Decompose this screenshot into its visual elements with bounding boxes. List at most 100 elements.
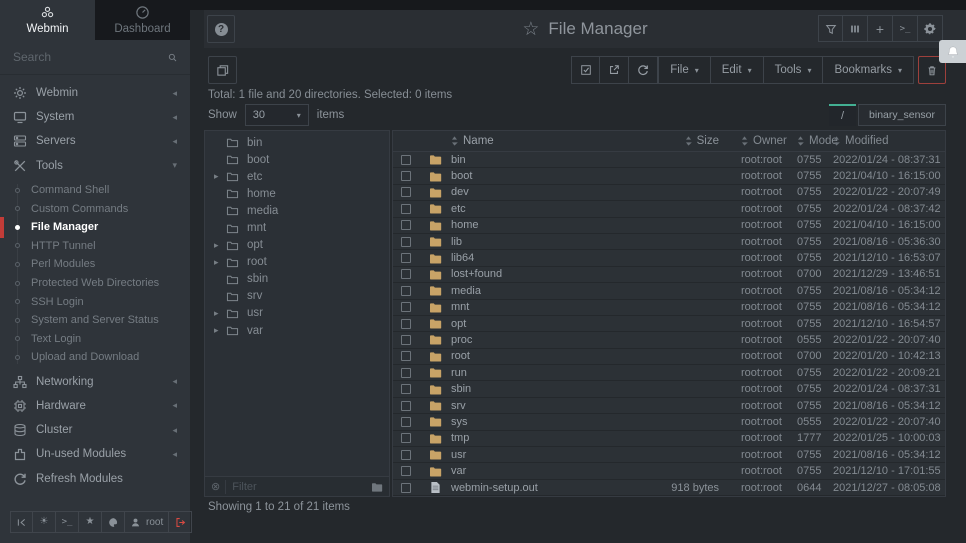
- sidebar-item-un-used-modules[interactable]: Un-used Modules◂: [0, 442, 190, 466]
- column-header-owner[interactable]: Owner: [727, 135, 789, 147]
- sidebar-item-refresh-modules[interactable]: Refresh Modules: [0, 466, 190, 490]
- table-row-var[interactable]: varroot:root07552021/12/10 - 17:01:55: [393, 463, 945, 479]
- sidebar-item-servers[interactable]: Servers◂: [0, 129, 190, 153]
- logout-button[interactable]: [169, 511, 192, 533]
- sidebar-item-text-login[interactable]: Text Login: [0, 330, 190, 349]
- row-checkbox[interactable]: [401, 433, 411, 443]
- help-button[interactable]: ?: [207, 15, 235, 43]
- row-checkbox[interactable]: [401, 417, 411, 427]
- sidebar-item-protected-web-directories[interactable]: Protected Web Directories: [0, 274, 190, 293]
- cell-name[interactable]: var: [451, 465, 627, 477]
- cell-name[interactable]: srv: [451, 400, 627, 412]
- cell-name[interactable]: sys: [451, 416, 627, 428]
- user-button[interactable]: root: [125, 511, 169, 533]
- cell-name[interactable]: etc: [451, 203, 627, 215]
- column-header-name[interactable]: Name: [451, 135, 627, 147]
- sidebar-item-networking[interactable]: Networking◂: [0, 370, 190, 394]
- cell-name[interactable]: opt: [451, 318, 627, 330]
- sidebar-item-custom-commands[interactable]: Custom Commands: [0, 199, 190, 218]
- clear-filter-icon[interactable]: ⊗: [211, 480, 220, 493]
- row-checkbox[interactable]: [401, 351, 411, 361]
- column-header-size[interactable]: Size: [627, 135, 727, 147]
- row-checkbox[interactable]: [401, 269, 411, 279]
- clone-window-button[interactable]: [208, 56, 237, 84]
- row-checkbox[interactable]: [401, 220, 411, 230]
- tree-item-root[interactable]: ▸root: [205, 254, 389, 271]
- row-checkbox[interactable]: [401, 204, 411, 214]
- row-checkbox[interactable]: [401, 335, 411, 345]
- sidebar-item-tools[interactable]: Tools▾: [0, 154, 190, 178]
- table-row-srv[interactable]: srvroot:root07552021/08/16 - 05:34:12: [393, 398, 945, 414]
- column-header-mode[interactable]: Mode: [789, 135, 829, 147]
- tree-item-media[interactable]: media: [205, 202, 389, 219]
- toolbar-menu-edit[interactable]: Edit▾: [711, 56, 764, 84]
- table-row-proc[interactable]: procroot:root05552022/01/22 - 20:07:40: [393, 332, 945, 348]
- sidebar-item-hardware[interactable]: Hardware◂: [0, 394, 190, 418]
- table-row-lib64[interactable]: lib64root:root07552021/12/10 - 16:53:07: [393, 250, 945, 266]
- row-checkbox[interactable]: [401, 253, 411, 263]
- notifications-toggle[interactable]: [939, 40, 966, 63]
- expand-caret-icon[interactable]: ▸: [214, 240, 226, 251]
- sidebar-item-http-tunnel[interactable]: HTTP Tunnel: [0, 237, 190, 256]
- sidebar-item-upload-and-download[interactable]: Upload and Download: [0, 348, 190, 367]
- search-input[interactable]: [13, 50, 168, 64]
- tree-item-opt[interactable]: ▸opt: [205, 237, 389, 254]
- table-row-root[interactable]: rootroot:root07002022/01/20 - 10:42:13: [393, 349, 945, 365]
- breadcrumb-current[interactable]: binary_sensor: [858, 104, 946, 126]
- filter-button[interactable]: [818, 15, 843, 42]
- filter-input[interactable]: [225, 480, 366, 494]
- row-checkbox[interactable]: [401, 171, 411, 181]
- share-button[interactable]: [600, 56, 629, 84]
- cell-name[interactable]: bin: [451, 154, 627, 166]
- table-row-opt[interactable]: optroot:root07552021/12/10 - 16:54:57: [393, 316, 945, 332]
- table-row-dev[interactable]: devroot:root07552022/01/22 - 20:07:49: [393, 185, 945, 201]
- tree-item-var[interactable]: ▸var: [205, 322, 389, 339]
- toolbar-menu-file[interactable]: File▾: [658, 56, 711, 84]
- expand-caret-icon[interactable]: ▸: [214, 171, 226, 182]
- cell-name[interactable]: boot: [451, 170, 627, 182]
- table-row-etc[interactable]: etcroot:root07552022/01/24 - 08:37:42: [393, 201, 945, 217]
- table-row-run[interactable]: runroot:root07552022/01/22 - 20:09:21: [393, 365, 945, 381]
- settings-button[interactable]: [918, 15, 943, 42]
- table-row-boot[interactable]: bootroot:root07552021/04/10 - 16:15:00: [393, 168, 945, 184]
- expand-caret-icon[interactable]: ▸: [214, 325, 226, 336]
- table-row-media[interactable]: mediaroot:root07552021/08/16 - 05:34:12: [393, 283, 945, 299]
- cell-name[interactable]: home: [451, 219, 627, 231]
- row-checkbox[interactable]: [401, 466, 411, 476]
- cell-name[interactable]: lib: [451, 236, 627, 248]
- tree-item-etc[interactable]: ▸etc: [205, 168, 389, 185]
- table-row-mnt[interactable]: mntroot:root07552021/08/16 - 05:34:12: [393, 300, 945, 316]
- shell-button[interactable]: >_: [893, 15, 918, 42]
- tree-item-sbin[interactable]: sbin: [205, 271, 389, 288]
- select-all-button[interactable]: [571, 56, 600, 84]
- sidebar-item-system[interactable]: System◂: [0, 105, 190, 129]
- row-checkbox[interactable]: [401, 155, 411, 165]
- tree-item-bin[interactable]: bin: [205, 134, 389, 151]
- cell-name[interactable]: root: [451, 350, 627, 362]
- tree-item-boot[interactable]: boot: [205, 151, 389, 168]
- sidebar-item-ssh-login[interactable]: SSH Login: [0, 292, 190, 311]
- tree-item-usr[interactable]: ▸usr: [205, 305, 389, 322]
- palette-button[interactable]: [102, 511, 125, 533]
- row-checkbox[interactable]: [401, 302, 411, 312]
- columns-button[interactable]: [843, 15, 868, 42]
- row-checkbox[interactable]: [401, 319, 411, 329]
- cell-name[interactable]: mnt: [451, 301, 627, 313]
- tree-item-mnt[interactable]: mnt: [205, 219, 389, 236]
- row-checkbox[interactable]: [401, 450, 411, 460]
- row-checkbox[interactable]: [401, 368, 411, 378]
- cell-name[interactable]: tmp: [451, 432, 627, 444]
- collapse-sidebar-button[interactable]: [10, 511, 33, 533]
- table-row-bin[interactable]: binroot:root07552022/01/24 - 08:37:31: [393, 152, 945, 168]
- cell-name[interactable]: webmin-setup.out: [451, 482, 627, 494]
- table-row-sys[interactable]: sysroot:root05552022/01/22 - 20:07:40: [393, 414, 945, 430]
- table-row-webmin-setup-out[interactable]: webmin-setup.out918 bytesroot:root064420…: [393, 480, 945, 496]
- sidebar-item-system-and-server-status[interactable]: System and Server Status: [0, 311, 190, 330]
- favorites-button[interactable]: ★: [79, 511, 102, 533]
- search-icon[interactable]: [168, 51, 177, 64]
- toolbar-menu-tools[interactable]: Tools▾: [764, 56, 824, 84]
- refresh-button[interactable]: [629, 56, 658, 84]
- cell-name[interactable]: lib64: [451, 252, 627, 264]
- sidebar-item-file-manager[interactable]: File Manager: [0, 218, 190, 237]
- tab-dashboard[interactable]: Dashboard: [95, 0, 190, 40]
